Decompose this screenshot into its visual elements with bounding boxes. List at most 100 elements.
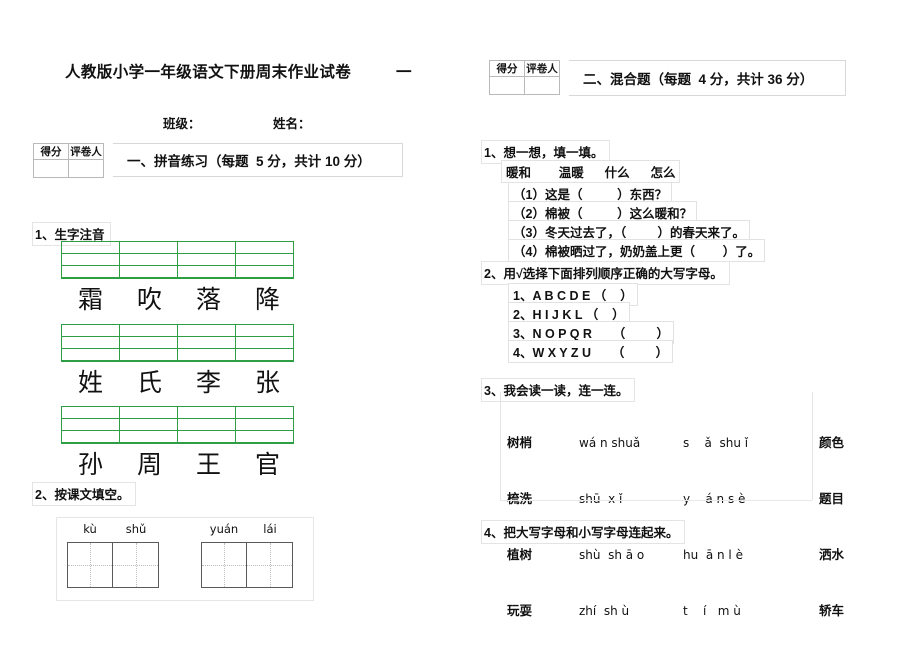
match-left-word[interactable]: 树梢 [507, 434, 532, 453]
section-two-title: 二、混合题（每题 4 分，共计 36 分） [583, 72, 814, 87]
pinyin-cell[interactable] [177, 265, 236, 279]
hanzi-row-1: 霜 吹 落 降 [61, 287, 297, 312]
pinyin-cell[interactable] [177, 241, 236, 254]
grader-value-cell[interactable] [68, 159, 104, 178]
match-pinyin[interactable]: wá n shuǎ [579, 434, 644, 453]
tianzige-cell[interactable] [67, 542, 113, 588]
pinyin-cell[interactable] [119, 418, 178, 431]
hanzi-char: 官 [254, 450, 280, 479]
score-table-section-two: 得分 评卷人 [489, 60, 560, 95]
pinyin-cell[interactable] [61, 406, 120, 419]
pinyin-cell[interactable] [177, 253, 236, 266]
grader-header-cell: 评卷人 [68, 143, 104, 160]
tianzige-pinyin: lái [263, 522, 277, 536]
score-header-cell: 得分 [489, 60, 525, 77]
score-value-cell[interactable] [489, 76, 525, 95]
pinyin-cell[interactable] [61, 265, 120, 279]
word-bank: 暖和 温暖 什么 怎么 [501, 160, 681, 183]
pinyin-cell[interactable] [235, 430, 294, 444]
pinyin-cell[interactable] [119, 406, 178, 419]
tianzige-pinyin: kù [83, 522, 97, 536]
pinyin-cell[interactable] [61, 336, 120, 349]
tianzige-cell[interactable] [247, 542, 293, 588]
question-1-2-label: 2、按课文填空。 [32, 482, 137, 506]
pinyin-cell[interactable] [177, 430, 236, 444]
pinyin-cell[interactable] [177, 336, 236, 349]
hanzi-char: 降 [254, 285, 280, 314]
match-pinyin[interactable]: shù sh ā o [579, 546, 644, 565]
pinyin-cell[interactable] [177, 324, 236, 337]
pinyin-cell[interactable] [119, 265, 178, 279]
pinyin-cell[interactable] [235, 324, 294, 337]
pinyin-cell[interactable] [61, 253, 120, 266]
hanzi-char: 落 [195, 285, 221, 314]
pinyin-cell[interactable] [119, 336, 178, 349]
pinyin-cell[interactable] [235, 348, 294, 362]
tianzige-boxes-group-2[interactable] [201, 542, 293, 588]
hanzi-char: 张 [254, 368, 280, 397]
hanzi-char: 王 [195, 450, 221, 479]
tianzige-pinyin: shǔ [125, 522, 147, 536]
pinyin-cell[interactable] [235, 406, 294, 419]
match-right-word[interactable]: 轿车 [819, 602, 844, 621]
match-right-word[interactable]: 题目 [819, 490, 844, 509]
fill-blank-item-4[interactable]: （4）棉被晒过了，奶奶盖上更（ ）了。 [508, 239, 766, 262]
question-2-2-label: 2、用√选择下面排列顺序正确的大写字母。 [481, 261, 730, 285]
grader-value-cell[interactable] [524, 76, 560, 95]
pinyin-cell[interactable] [61, 241, 120, 254]
match-right-word[interactable]: 洒水 [819, 546, 844, 565]
hanzi-char: 吹 [136, 285, 162, 314]
pinyin-grid-row-3[interactable] [61, 406, 294, 444]
pinyin-cell[interactable] [235, 253, 294, 266]
tianzige-pinyin-group-1: kù shǔ [67, 522, 159, 536]
pinyin-cell[interactable] [235, 265, 294, 279]
pinyin-cell[interactable] [119, 430, 178, 444]
pinyin-cell[interactable] [61, 418, 120, 431]
pinyin-cell[interactable] [177, 418, 236, 431]
score-value-cell[interactable] [33, 159, 69, 178]
hanzi-char: 周 [136, 450, 162, 479]
match-right-word[interactable]: 颜色 [819, 434, 844, 453]
tianzige-boxes-group-1[interactable] [67, 542, 159, 588]
score-header-cell: 得分 [33, 143, 69, 160]
pinyin-cell[interactable] [119, 324, 178, 337]
tianzige-cell[interactable] [201, 542, 247, 588]
pinyin-cell[interactable] [119, 348, 178, 362]
hanzi-char: 姓 [77, 368, 103, 397]
tianzige-cell[interactable] [113, 542, 159, 588]
match-pinyin[interactable]: hu ā n l è [683, 546, 753, 565]
pinyin-cell[interactable] [235, 336, 294, 349]
tianzige-pinyin-group-2: yuán lái [201, 522, 293, 536]
pinyin-grid-row-2[interactable] [61, 324, 294, 362]
pinyin-cell[interactable] [61, 348, 120, 362]
pinyin-cell[interactable] [119, 241, 178, 254]
question-2-4-label: 4、把大写字母和小写字母连起来。 [481, 520, 686, 544]
match-pinyin[interactable]: zhí sh ù [579, 602, 644, 621]
alphabet-choice-4[interactable]: 4、W X Y Z U （ ） [508, 340, 674, 363]
tianzige-area: kù shǔ yuán lái [56, 517, 314, 601]
hanzi-row-3: 孙 周 王 官 [61, 452, 297, 477]
pinyin-grid-row-1[interactable] [61, 241, 294, 279]
pinyin-cell[interactable] [235, 241, 294, 254]
pinyin-cell[interactable] [61, 324, 120, 337]
grader-header-cell: 评卷人 [524, 60, 560, 77]
name-label: 姓名： [273, 117, 311, 131]
match-pinyin[interactable]: s ǎ shu ǐ [683, 434, 753, 453]
match-pinyin[interactable]: t í m ù [683, 602, 753, 621]
match-left-word[interactable]: 植树 [507, 546, 532, 565]
exam-paper-page: 人教版小学一年级语文下册周末作业试卷 一 班级： 姓名： 得分 评卷人 一、拼音… [0, 0, 920, 651]
hanzi-char: 李 [195, 368, 221, 397]
match-right-words: 颜色 题目 洒水 轿车 欢乐 [819, 397, 844, 651]
pinyin-cell[interactable] [177, 406, 236, 419]
pinyin-cell[interactable] [177, 348, 236, 362]
page-title-suffix: 一 [396, 64, 412, 81]
hanzi-char: 霜 [77, 285, 103, 314]
pinyin-cell[interactable] [235, 418, 294, 431]
pinyin-cell[interactable] [119, 253, 178, 266]
match-block-edge-right [812, 392, 813, 500]
match-block-edge-bottom [500, 500, 812, 501]
class-label: 班级： [163, 117, 201, 131]
pinyin-cell[interactable] [61, 430, 120, 444]
match-left-word[interactable]: 玩耍 [507, 602, 532, 621]
match-block-edge-left [500, 392, 501, 500]
